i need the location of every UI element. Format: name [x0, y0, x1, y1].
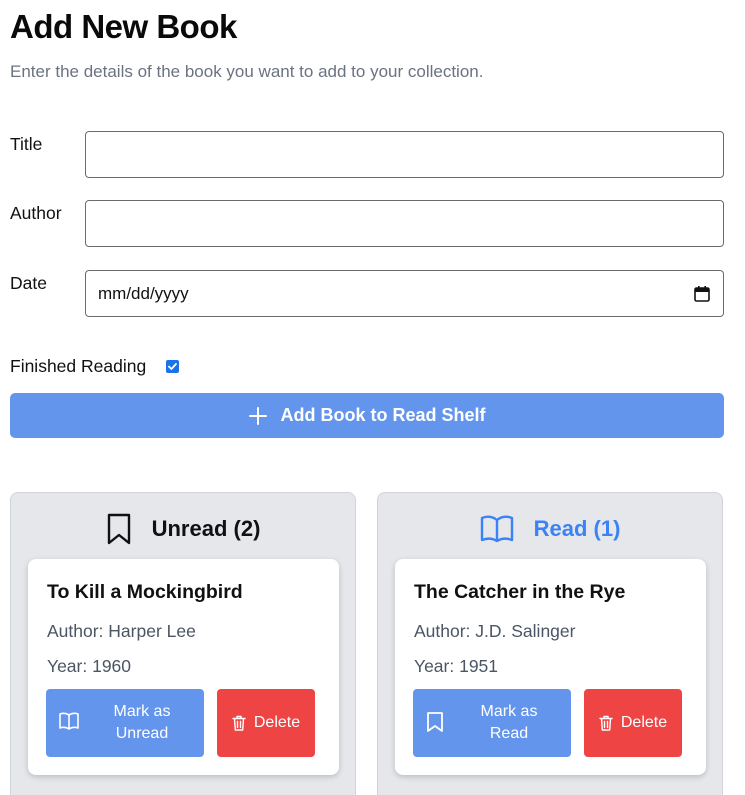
delete-label: Delete: [253, 714, 301, 731]
page-title: Add New Book: [10, 8, 237, 45]
mark-as-unread-button[interactable]: Mark as Unread: [46, 689, 204, 757]
read-shelf-title: Read (1): [533, 516, 621, 541]
add-book-button-label: Add Book to Read Shelf: [280, 405, 486, 425]
unread-shelf-title: Unread (2): [151, 516, 261, 541]
book-author: Author: J.D. Salinger: [414, 621, 576, 641]
book-author: Author: Harper Lee: [47, 621, 196, 641]
open-book-icon: [59, 712, 79, 730]
unread-shelf-header: Unread (2): [11, 511, 355, 547]
book-card: To Kill a Mockingbird Author: Harper Lee…: [28, 559, 339, 775]
add-book-page: Add New Book Enter the details of the bo…: [0, 0, 745, 795]
page-subtitle: Enter the details of the book you want t…: [10, 62, 484, 81]
finished-reading-checkbox[interactable]: [166, 360, 179, 373]
toggle-line-2: Unread: [115, 725, 169, 742]
delete-button[interactable]: Delete: [217, 689, 315, 757]
toggle-line-1: Mark as: [113, 703, 171, 720]
mark-as-read-button[interactable]: Mark as Read: [413, 689, 571, 757]
date-placeholder: mm/dd/yyyy: [98, 283, 189, 303]
unread-shelf: Unread (2) To Kill a Mockingbird Author:…: [10, 492, 356, 795]
check-icon: [168, 363, 177, 370]
open-book-icon: [480, 515, 513, 543]
finished-reading-label: Finished Reading: [10, 356, 147, 376]
mark-as-read-label: Mark as Read: [453, 689, 565, 757]
author-label: Author: [10, 203, 62, 223]
book-title: To Kill a Mockingbird: [47, 581, 243, 603]
trash-icon: [599, 715, 613, 731]
bookmark-icon: [427, 712, 443, 732]
toggle-line-1: Mark as: [480, 703, 538, 720]
date-label: Date: [10, 273, 47, 293]
book-title: The Catcher in the Rye: [414, 581, 626, 603]
bookmark-icon: [107, 513, 130, 545]
book-year: Year: 1960: [47, 656, 132, 676]
delete-label: Delete: [620, 714, 668, 731]
title-label: Title: [10, 134, 43, 154]
book-card: The Catcher in the Rye Author: J.D. Sali…: [395, 559, 706, 775]
toggle-line-2: Read: [489, 725, 529, 742]
plus-icon: [249, 406, 268, 425]
book-year: Year: 1951: [414, 656, 499, 676]
read-shelf: Read (1) The Catcher in the Rye Author: …: [377, 492, 723, 795]
add-book-button[interactable]: Add Book to Read Shelf: [10, 393, 724, 438]
author-input[interactable]: [85, 200, 724, 247]
delete-button[interactable]: Delete: [584, 689, 682, 757]
calendar-icon[interactable]: [693, 285, 711, 303]
date-input[interactable]: mm/dd/yyyy: [85, 270, 724, 317]
trash-icon: [232, 715, 246, 731]
title-input[interactable]: [85, 131, 724, 178]
mark-as-unread-label: Mark as Unread: [86, 689, 198, 757]
read-shelf-header: Read (1): [378, 511, 722, 547]
